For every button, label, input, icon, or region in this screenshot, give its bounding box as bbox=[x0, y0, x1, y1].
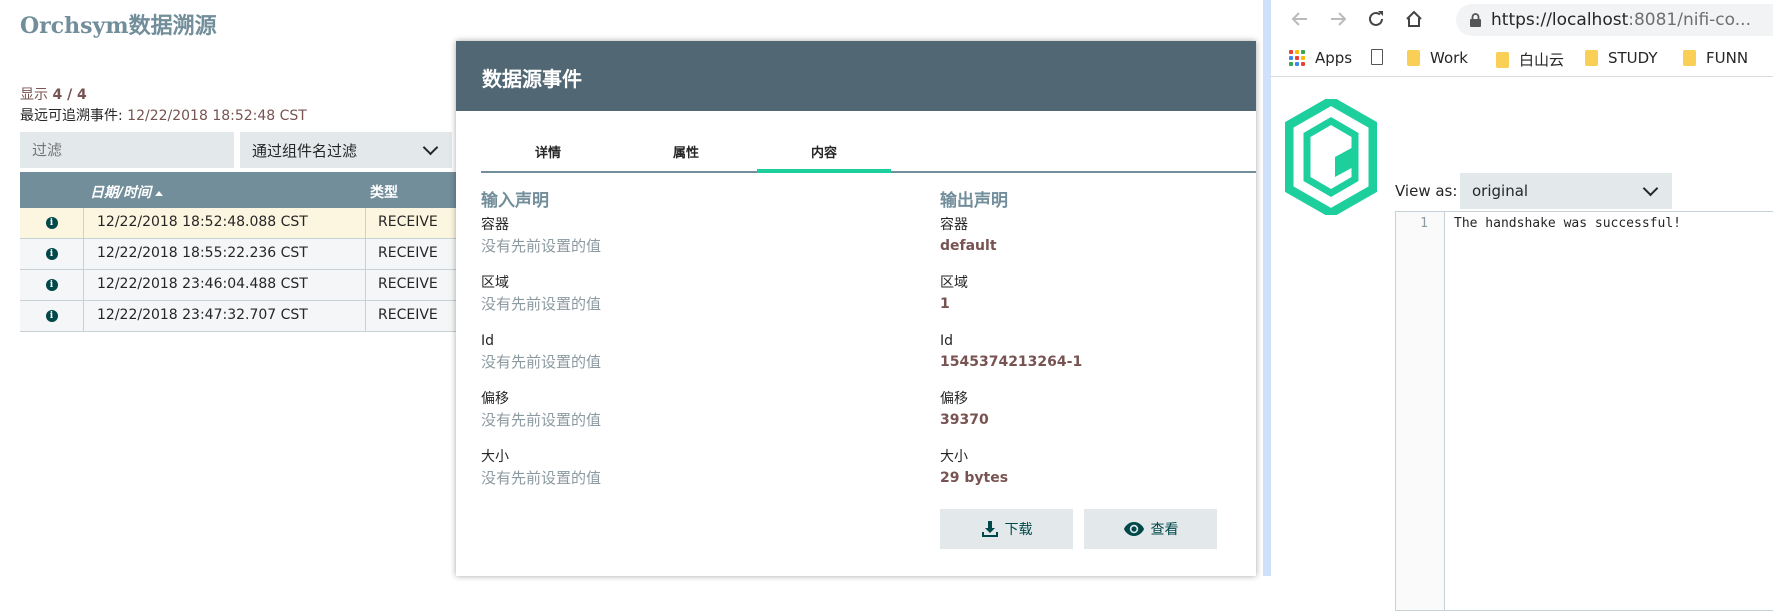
page-title: Orchsym数据溯源 bbox=[20, 13, 217, 39]
row-type: RECEIVE bbox=[378, 214, 438, 230]
back-arrow-icon[interactable] bbox=[1289, 8, 1311, 30]
table-row[interactable]: i 12/22/2018 23:47:32.707 CST RECEIVE bbox=[20, 301, 460, 332]
content-viewer: View as: original 1 The handshake was su… bbox=[1271, 77, 1773, 611]
forward-arrow-icon[interactable] bbox=[1327, 8, 1349, 30]
dialog-tabs: 详情 属性 内容 bbox=[481, 137, 1256, 173]
row-date: 12/22/2018 18:52:48.088 CST bbox=[97, 214, 308, 230]
provenance-table: 日期/时间 类型 i 12/22/2018 18:52:48.088 CST R… bbox=[20, 172, 460, 332]
row-type: RECEIVE bbox=[378, 276, 438, 292]
view-button[interactable]: 查看 bbox=[1084, 509, 1217, 549]
page-icon bbox=[1371, 49, 1383, 65]
tab-attributes[interactable]: 属性 bbox=[619, 137, 753, 171]
bookmark-funn[interactable]: FUNN bbox=[1683, 49, 1748, 67]
address-bar[interactable]: https://localhost:8081/nifi-co... bbox=[1456, 4, 1773, 36]
table-row[interactable]: i 12/22/2018 18:55:22.236 CST RECEIVE bbox=[20, 239, 460, 270]
line-number: 1 bbox=[1420, 216, 1428, 231]
lock-icon bbox=[1470, 13, 1481, 27]
row-type: RECEIVE bbox=[378, 245, 438, 261]
column-header-type[interactable]: 类型 bbox=[370, 182, 398, 202]
download-button[interactable]: 下载 bbox=[940, 509, 1073, 549]
table-header: 日期/时间 类型 bbox=[20, 172, 460, 208]
apps-grid-icon bbox=[1289, 50, 1305, 66]
view-as-select[interactable]: original bbox=[1460, 173, 1672, 209]
tab-content[interactable]: 内容 bbox=[757, 137, 891, 173]
bookmark-baishanyun[interactable]: 白山云 bbox=[1496, 49, 1564, 70]
bookmark-study[interactable]: STUDY bbox=[1585, 49, 1658, 67]
table-row[interactable]: i 12/22/2018 23:46:04.488 CST RECEIVE bbox=[20, 270, 460, 301]
table-row[interactable]: i 12/22/2018 18:52:48.088 CST RECEIVE bbox=[20, 208, 460, 239]
chevron-down-icon bbox=[422, 139, 439, 156]
row-date: 12/22/2018 23:46:04.488 CST bbox=[97, 276, 308, 292]
chevron-down-icon bbox=[1642, 180, 1659, 197]
bookmark-work[interactable]: Work bbox=[1407, 49, 1468, 67]
content-editor[interactable]: 1 The handshake was successful! bbox=[1395, 211, 1773, 611]
eye-icon bbox=[1123, 521, 1145, 537]
bookmark-page[interactable] bbox=[1371, 49, 1383, 65]
info-icon[interactable]: i bbox=[45, 310, 58, 322]
input-size-field: 大小 没有先前设置的值 bbox=[481, 449, 602, 487]
view-as-label: View as: bbox=[1395, 182, 1458, 200]
sort-ascending-icon bbox=[155, 190, 164, 196]
filter-input[interactable] bbox=[20, 132, 234, 168]
home-icon[interactable] bbox=[1403, 8, 1425, 30]
input-section-field: 区域 没有先前设置的值 bbox=[481, 275, 602, 313]
column-header-date[interactable]: 日期/时间 bbox=[90, 182, 164, 202]
tab-details[interactable]: 详情 bbox=[481, 137, 615, 171]
folder-icon bbox=[1407, 50, 1420, 66]
reload-icon[interactable] bbox=[1365, 8, 1387, 30]
info-icon[interactable]: i bbox=[45, 217, 58, 229]
input-claim: 输入声明 容器 没有先前设置的值 区域 没有先前设置的值 Id 没有先前设置的值… bbox=[481, 186, 881, 505]
input-offset-field: 偏移 没有先前设置的值 bbox=[481, 391, 602, 429]
oldest-event: 最远可追溯事件: 12/22/2018 18:52:48 CST bbox=[20, 108, 307, 124]
line-gutter: 1 bbox=[1396, 212, 1445, 610]
dialog-title: 数据源事件 bbox=[456, 41, 1256, 111]
folder-icon bbox=[1683, 50, 1696, 66]
showing-count: 显示 4 / 4 bbox=[20, 87, 87, 103]
provenance-event-dialog: 数据源事件 详情 属性 内容 输入声明 容器 没有先前设置的值 区域 没有先前设… bbox=[456, 41, 1256, 576]
download-icon bbox=[981, 520, 999, 538]
input-id-field: Id 没有先前设置的值 bbox=[481, 333, 602, 371]
row-type: RECEIVE bbox=[378, 307, 438, 323]
bookmarks-bar: Apps Work 白山云 STUDY FUNN bbox=[1271, 40, 1773, 77]
info-icon[interactable]: i bbox=[45, 279, 58, 291]
bookmark-apps[interactable]: Apps bbox=[1289, 49, 1352, 67]
browser-toolbar: https://localhost:8081/nifi-co... bbox=[1271, 0, 1773, 40]
input-claim-title: 输入声明 bbox=[481, 191, 549, 211]
code-line: The handshake was successful! bbox=[1454, 216, 1681, 231]
input-container-field: 容器 没有先前设置的值 bbox=[481, 217, 602, 255]
filter-type-select[interactable]: 通过组件名过滤 bbox=[240, 132, 452, 168]
browser-window: https://localhost:8081/nifi-co... Apps W… bbox=[1263, 0, 1773, 611]
folder-icon bbox=[1496, 51, 1509, 68]
orchsym-logo-icon bbox=[1284, 95, 1378, 219]
folder-icon bbox=[1585, 50, 1598, 66]
row-date: 12/22/2018 18:55:22.236 CST bbox=[97, 245, 308, 261]
row-date: 12/22/2018 23:47:32.707 CST bbox=[97, 307, 308, 323]
info-icon[interactable]: i bbox=[45, 248, 58, 260]
